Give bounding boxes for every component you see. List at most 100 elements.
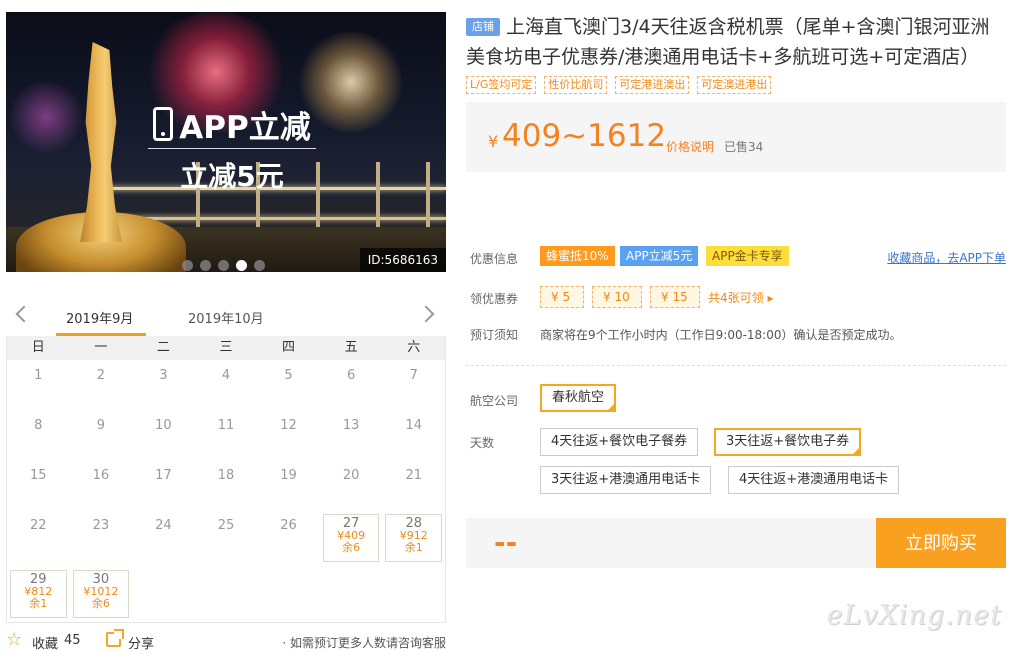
coupon-count-link[interactable]: 共4张可领 ▸ [708,289,773,306]
currency-symbol: ¥ [488,132,499,151]
carousel-dot[interactable] [200,260,211,271]
calendar-day: 6 [320,360,383,410]
booking-notice-text: 商家将在9个工作小时内（工作日9:00-18:00）确认是否预定成功。 [540,328,902,342]
calendar-week: 15 16 17 18 19 20 21 [7,460,445,510]
airline-label: 航空公司 [470,394,519,408]
promo-line2: 立减5元 [180,160,284,193]
day-number: 17 [155,468,172,483]
day-number: 13 [342,418,360,433]
carousel-dot[interactable] [254,260,265,271]
app-discount-badge: APP立减5元 [620,246,699,266]
product-detail-panel: 店铺 上海直飞澳门3/4天往返含税机票（尾单+含澳门银河亚洲美食坊电子优惠券/港澳… [466,12,1006,568]
calendar-empty-cell [132,566,195,622]
star-icon[interactable]: ☆ [6,631,24,649]
day-number: 2 [96,368,105,383]
weekday-label: 五 [344,340,358,355]
calendar-day: 19 [257,460,320,510]
day-number: 6 [346,368,356,383]
product-tags: L/G签均可定 性价比航司 可定港进澳出 可定澳进港出 [466,76,1006,94]
coupon-10[interactable]: ¥ 10 [592,286,642,308]
favorite-app-order-link[interactable]: 收藏商品，去APP下单 [887,249,1006,266]
calendar-week: 1 2 3 4 5 6 7 [7,360,445,410]
calendar-day: 1 [7,360,70,410]
bridge-pylon [376,162,380,232]
carousel-dot[interactable] [218,260,229,271]
carousel-dot[interactable] [236,260,247,271]
share-label[interactable]: 分享 [128,633,154,652]
carousel-dot[interactable] [182,260,193,271]
day-number: 21 [405,468,422,483]
booking-notice-label: 预订须知 [470,328,519,342]
chevron-right-icon[interactable] [417,305,435,323]
airline-option-spring[interactable]: 春秋航空 [540,384,617,412]
calendar-day: 2 [70,360,133,410]
golden-statue [80,42,122,242]
honey-discount-badge: 蜂蜜抵10% [540,246,615,266]
calendar-day[interactable]: 27 ¥409 余6 [322,514,380,562]
calendar-day: 26 [257,510,320,566]
price-explanation-link[interactable]: 价格说明 [666,138,714,155]
calendar-day: 22 [7,510,70,566]
carousel-dots[interactable] [182,260,265,271]
store-badge: 店铺 [466,18,500,36]
day-number: 8 [34,418,43,433]
gold-card-badge: APP金卡专享 [706,246,789,266]
day-remaining: 余1 [404,541,423,554]
calendar-day[interactable]: 28 ¥912 余1 [385,514,442,562]
day-number: 11 [217,418,235,433]
days-option-1[interactable]: 4天往返+餐饮电子餐券 [540,428,699,456]
day-number: 26 [280,518,297,533]
favorite-count: 45 [64,633,81,648]
coupon-15[interactable]: ¥ 15 [650,286,700,308]
calendar-empty-cell [320,566,383,622]
day-number: 22 [30,518,47,533]
calendar-day[interactable]: 29 ¥812 余1 [10,570,67,618]
tab-month-september[interactable]: 2019年9月 [66,308,133,327]
days-option-2[interactable]: 3天往返+餐饮电子券 [714,428,862,456]
calendar-empty-cell [382,566,445,622]
calendar-day: 8 [7,410,70,460]
days-option-4[interactable]: 4天往返+港澳通用电话卡 [728,466,900,494]
day-remaining: 余1 [29,597,48,610]
days-option-3[interactable]: 3天往返+港澳通用电话卡 [540,466,712,494]
weekday-label: 一 [94,340,108,355]
calendar-empty-cell [257,566,320,622]
favorite-label[interactable]: 收藏 [32,633,58,652]
calendar-day: 16 [70,460,133,510]
tab-month-october[interactable]: 2019年10月 [188,308,264,327]
total-price: -- [494,526,518,559]
day-number: 14 [405,418,422,433]
product-id-label: ID:5686163 [359,248,446,272]
day-number: 16 [92,468,110,483]
weekday-label: 二 [156,340,170,355]
calendar-empty-cell [195,566,258,622]
buy-now-button[interactable]: 立即购买 [876,518,1006,568]
coupon-5[interactable]: ¥ 5 [540,286,584,308]
product-title: 店铺 上海直飞澳门3/4天往返含税机票（尾单+含澳门银河亚洲美食坊电子优惠券/港澳… [466,12,1006,72]
day-number: 12 [280,418,297,433]
calendar-day: 9 [70,410,133,460]
share-icon[interactable] [106,629,124,647]
weekday-header: 日一二三四五六 [7,336,445,360]
site-watermark: eLvXing.net [826,600,1002,631]
calendar-day: 11 [195,410,258,460]
calendar-day: 23 [70,510,133,566]
chevron-left-icon[interactable] [15,305,33,323]
price-box: ¥ 409~1612 价格说明 已售34 [466,102,1006,172]
days-label: 天数 [470,436,495,450]
calendar-day[interactable]: 30 ¥1012 余6 [72,570,130,618]
day-number: 7 [409,368,418,383]
product-hero-image[interactable]: APP立减 立减5元 ID:5686163 [6,12,446,272]
bridge-pylon [316,162,320,232]
calendar-day: 13 [320,410,383,460]
calendar-day: 18 [195,460,258,510]
day-number: 20 [342,468,360,483]
price-range: 409~1612 [502,118,667,154]
calendar-day: 24 [132,510,195,566]
day-number: 25 [217,518,235,533]
calendar-day: 20 [320,460,383,510]
calendar-day: 25 [195,510,258,566]
fireworks-decoration [6,82,86,152]
day-number: 24 [155,518,172,533]
day-remaining: 余6 [342,541,361,554]
